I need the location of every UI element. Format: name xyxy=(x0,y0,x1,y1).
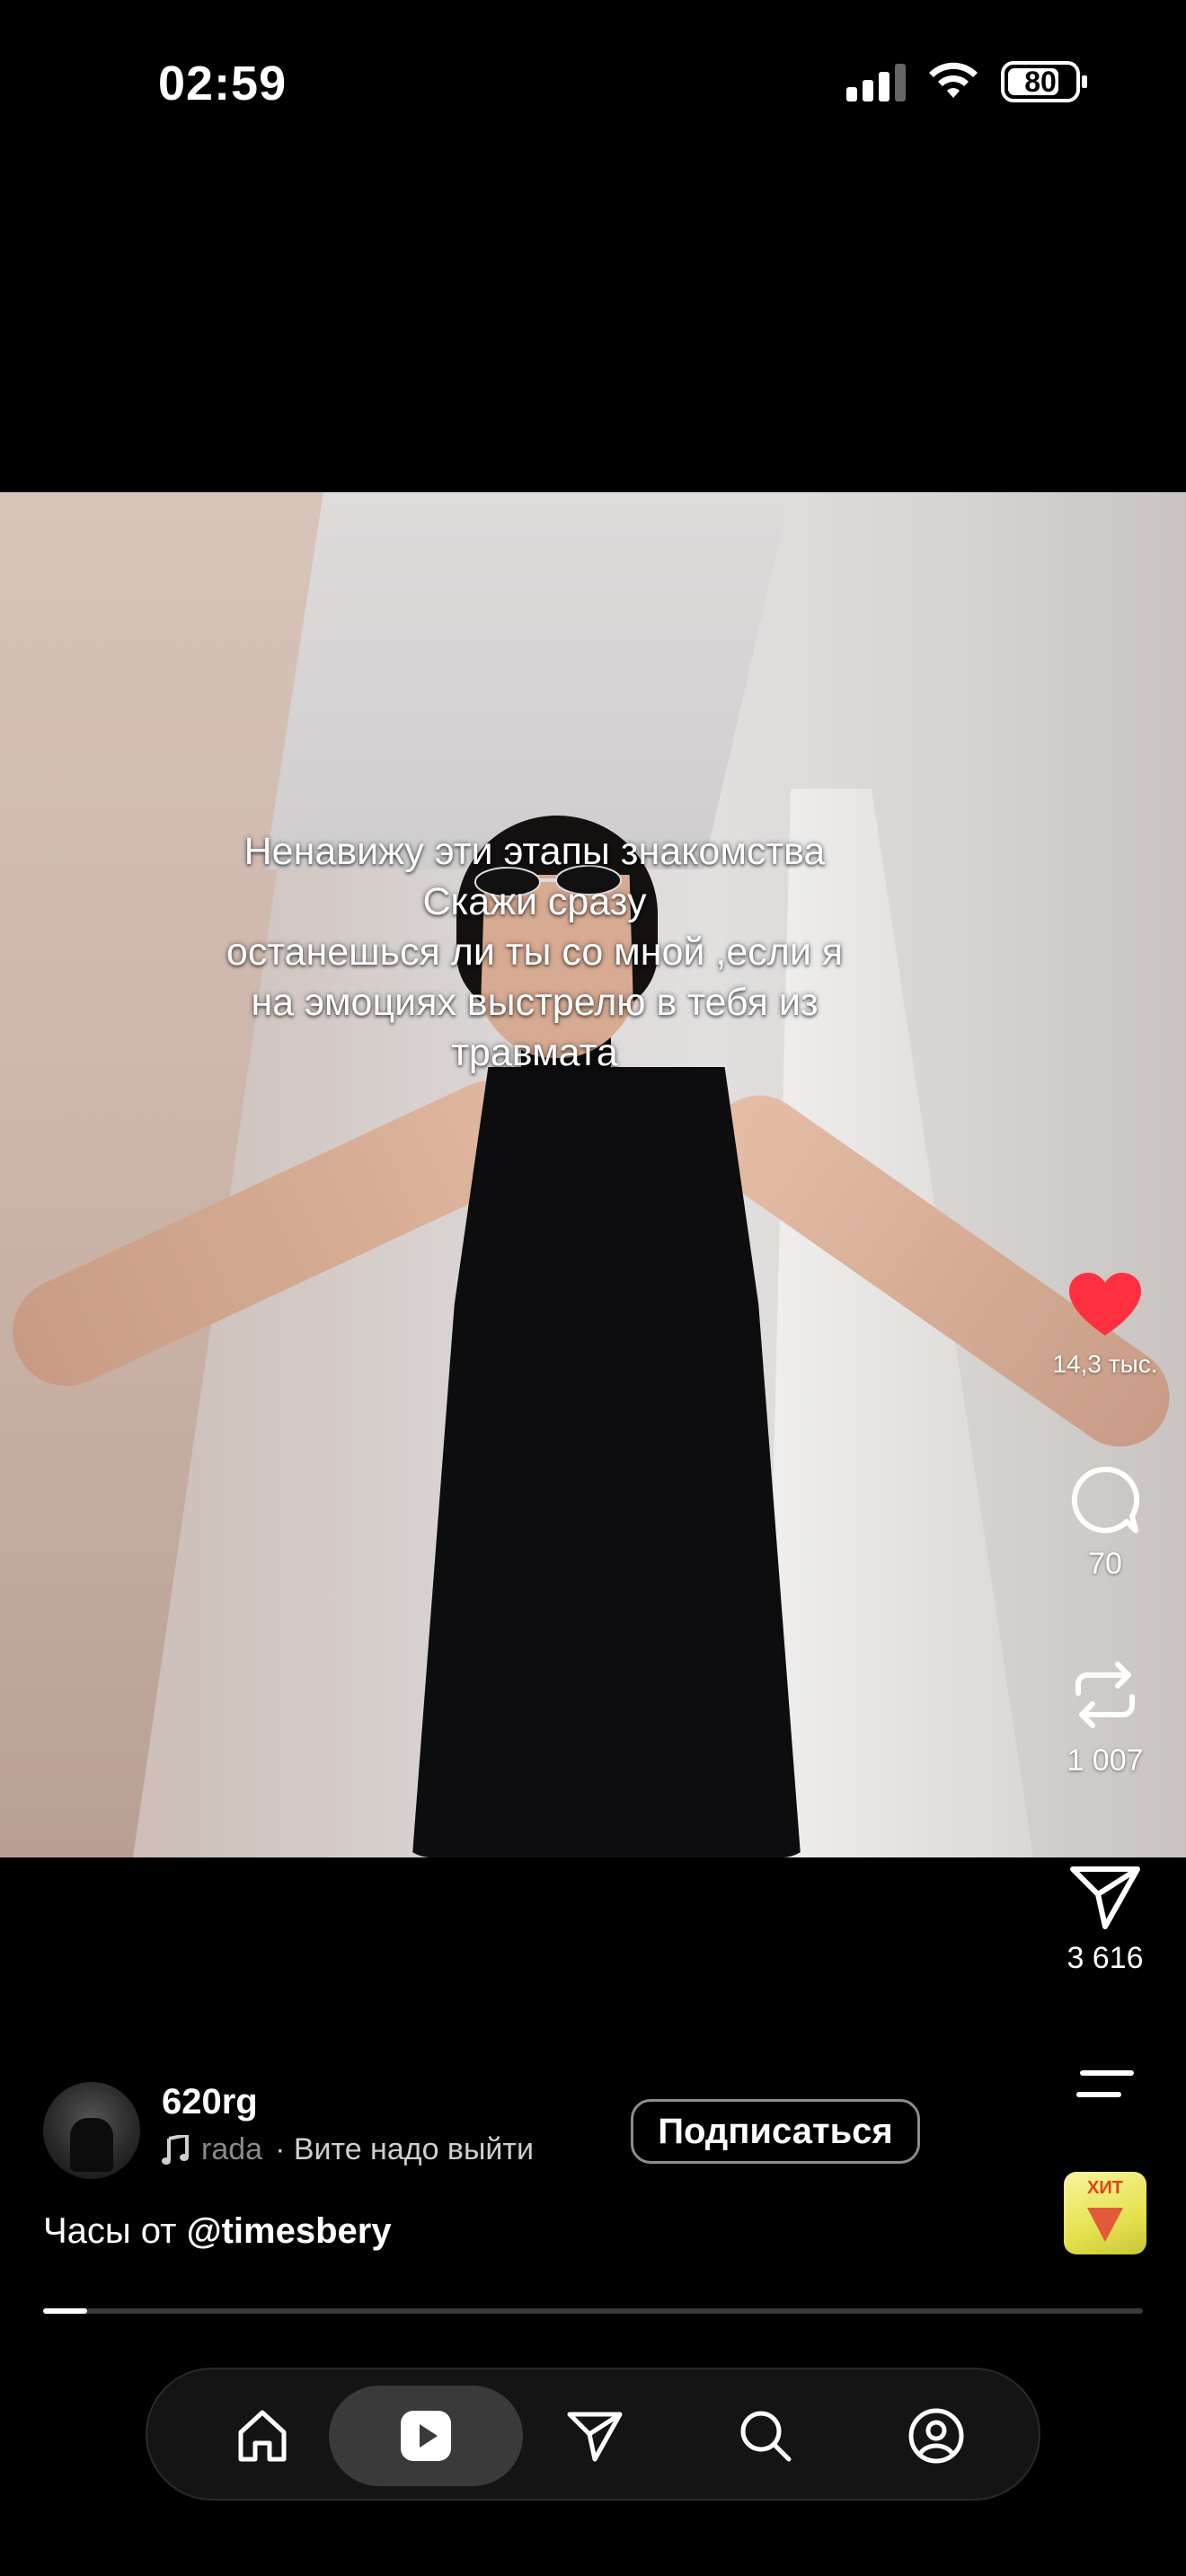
status-time: 02:59 xyxy=(158,57,288,110)
bottom-navigation xyxy=(146,2368,1040,2501)
avatar[interactable] xyxy=(43,2082,140,2179)
send-icon[interactable] xyxy=(566,2409,624,2463)
share-icon[interactable] xyxy=(1069,1864,1141,1930)
nav-search[interactable] xyxy=(715,2386,816,2486)
battery-icon: 80 xyxy=(1001,61,1087,102)
follow-button[interactable]: Подписаться xyxy=(631,2099,920,2164)
like-count: 14,3 тыс. xyxy=(1052,1350,1158,1378)
share-action[interactable]: 3 616 xyxy=(1024,1864,1186,1976)
comment-count: 70 xyxy=(1088,1547,1122,1581)
description-text: Часы от xyxy=(43,2211,187,2251)
video-progress-fill xyxy=(43,2308,87,2314)
profile-icon[interactable] xyxy=(907,2407,965,2465)
wifi-icon xyxy=(929,62,978,98)
music-note-icon xyxy=(162,2134,189,2165)
battery-percent: 80 xyxy=(1024,65,1057,98)
caption-line: травмата xyxy=(451,1031,618,1074)
caption-line: Скажи сразу xyxy=(422,880,647,923)
music-artist: rada xyxy=(201,2132,263,2166)
nav-home[interactable] xyxy=(212,2386,313,2486)
repost-icon[interactable] xyxy=(1071,1657,1139,1733)
nav-profile[interactable] xyxy=(886,2386,987,2486)
menu-icon[interactable] xyxy=(1075,2066,1135,2102)
caption-line: останешься ли ты со мной ,если я xyxy=(226,931,844,974)
home-icon[interactable] xyxy=(234,2407,291,2465)
nav-direct[interactable] xyxy=(544,2386,645,2486)
caption-line: Ненавижу эти этапы знакомства xyxy=(243,830,826,873)
reels-icon[interactable] xyxy=(399,2409,453,2463)
music-track: · Вите надо выйти xyxy=(275,2132,534,2166)
repost-count: 1 007 xyxy=(1067,1743,1144,1778)
video-player[interactable] xyxy=(0,492,1186,1857)
like-action[interactable]: 14,3 тыс. xyxy=(1024,1271,1186,1379)
signal-icon xyxy=(846,62,906,101)
repost-action[interactable]: 1 007 xyxy=(1024,1657,1186,1778)
more-options[interactable] xyxy=(1024,2066,1186,2102)
music-info[interactable]: rada · Вите надо выйти xyxy=(162,2132,534,2167)
status-icons: 80 xyxy=(846,61,1087,102)
username[interactable]: 620rg xyxy=(162,2082,258,2122)
video-progress-bar[interactable] xyxy=(43,2308,1143,2314)
mention-link[interactable]: @timesbery xyxy=(187,2211,392,2251)
nav-reels[interactable] xyxy=(329,2386,523,2486)
album-art[interactable]: ХИТ xyxy=(1064,2172,1146,2254)
album-art-text: ХИТ xyxy=(1087,2178,1123,2198)
comment-icon[interactable] xyxy=(1069,1464,1141,1536)
heart-icon[interactable] xyxy=(1067,1271,1143,1339)
video-caption: Ненавижу эти этапы знакомства Скажи сраз… xyxy=(144,826,925,1078)
search-icon[interactable] xyxy=(737,2407,794,2465)
post-description: Часы от @timesbery xyxy=(43,2211,392,2252)
comment-action[interactable]: 70 xyxy=(1024,1464,1186,1582)
caption-line: на эмоциях выстрелю в тебя из xyxy=(251,981,819,1024)
audio-page-link[interactable]: ХИТ xyxy=(1024,2172,1186,2254)
share-count: 3 616 xyxy=(1067,1941,1144,1975)
